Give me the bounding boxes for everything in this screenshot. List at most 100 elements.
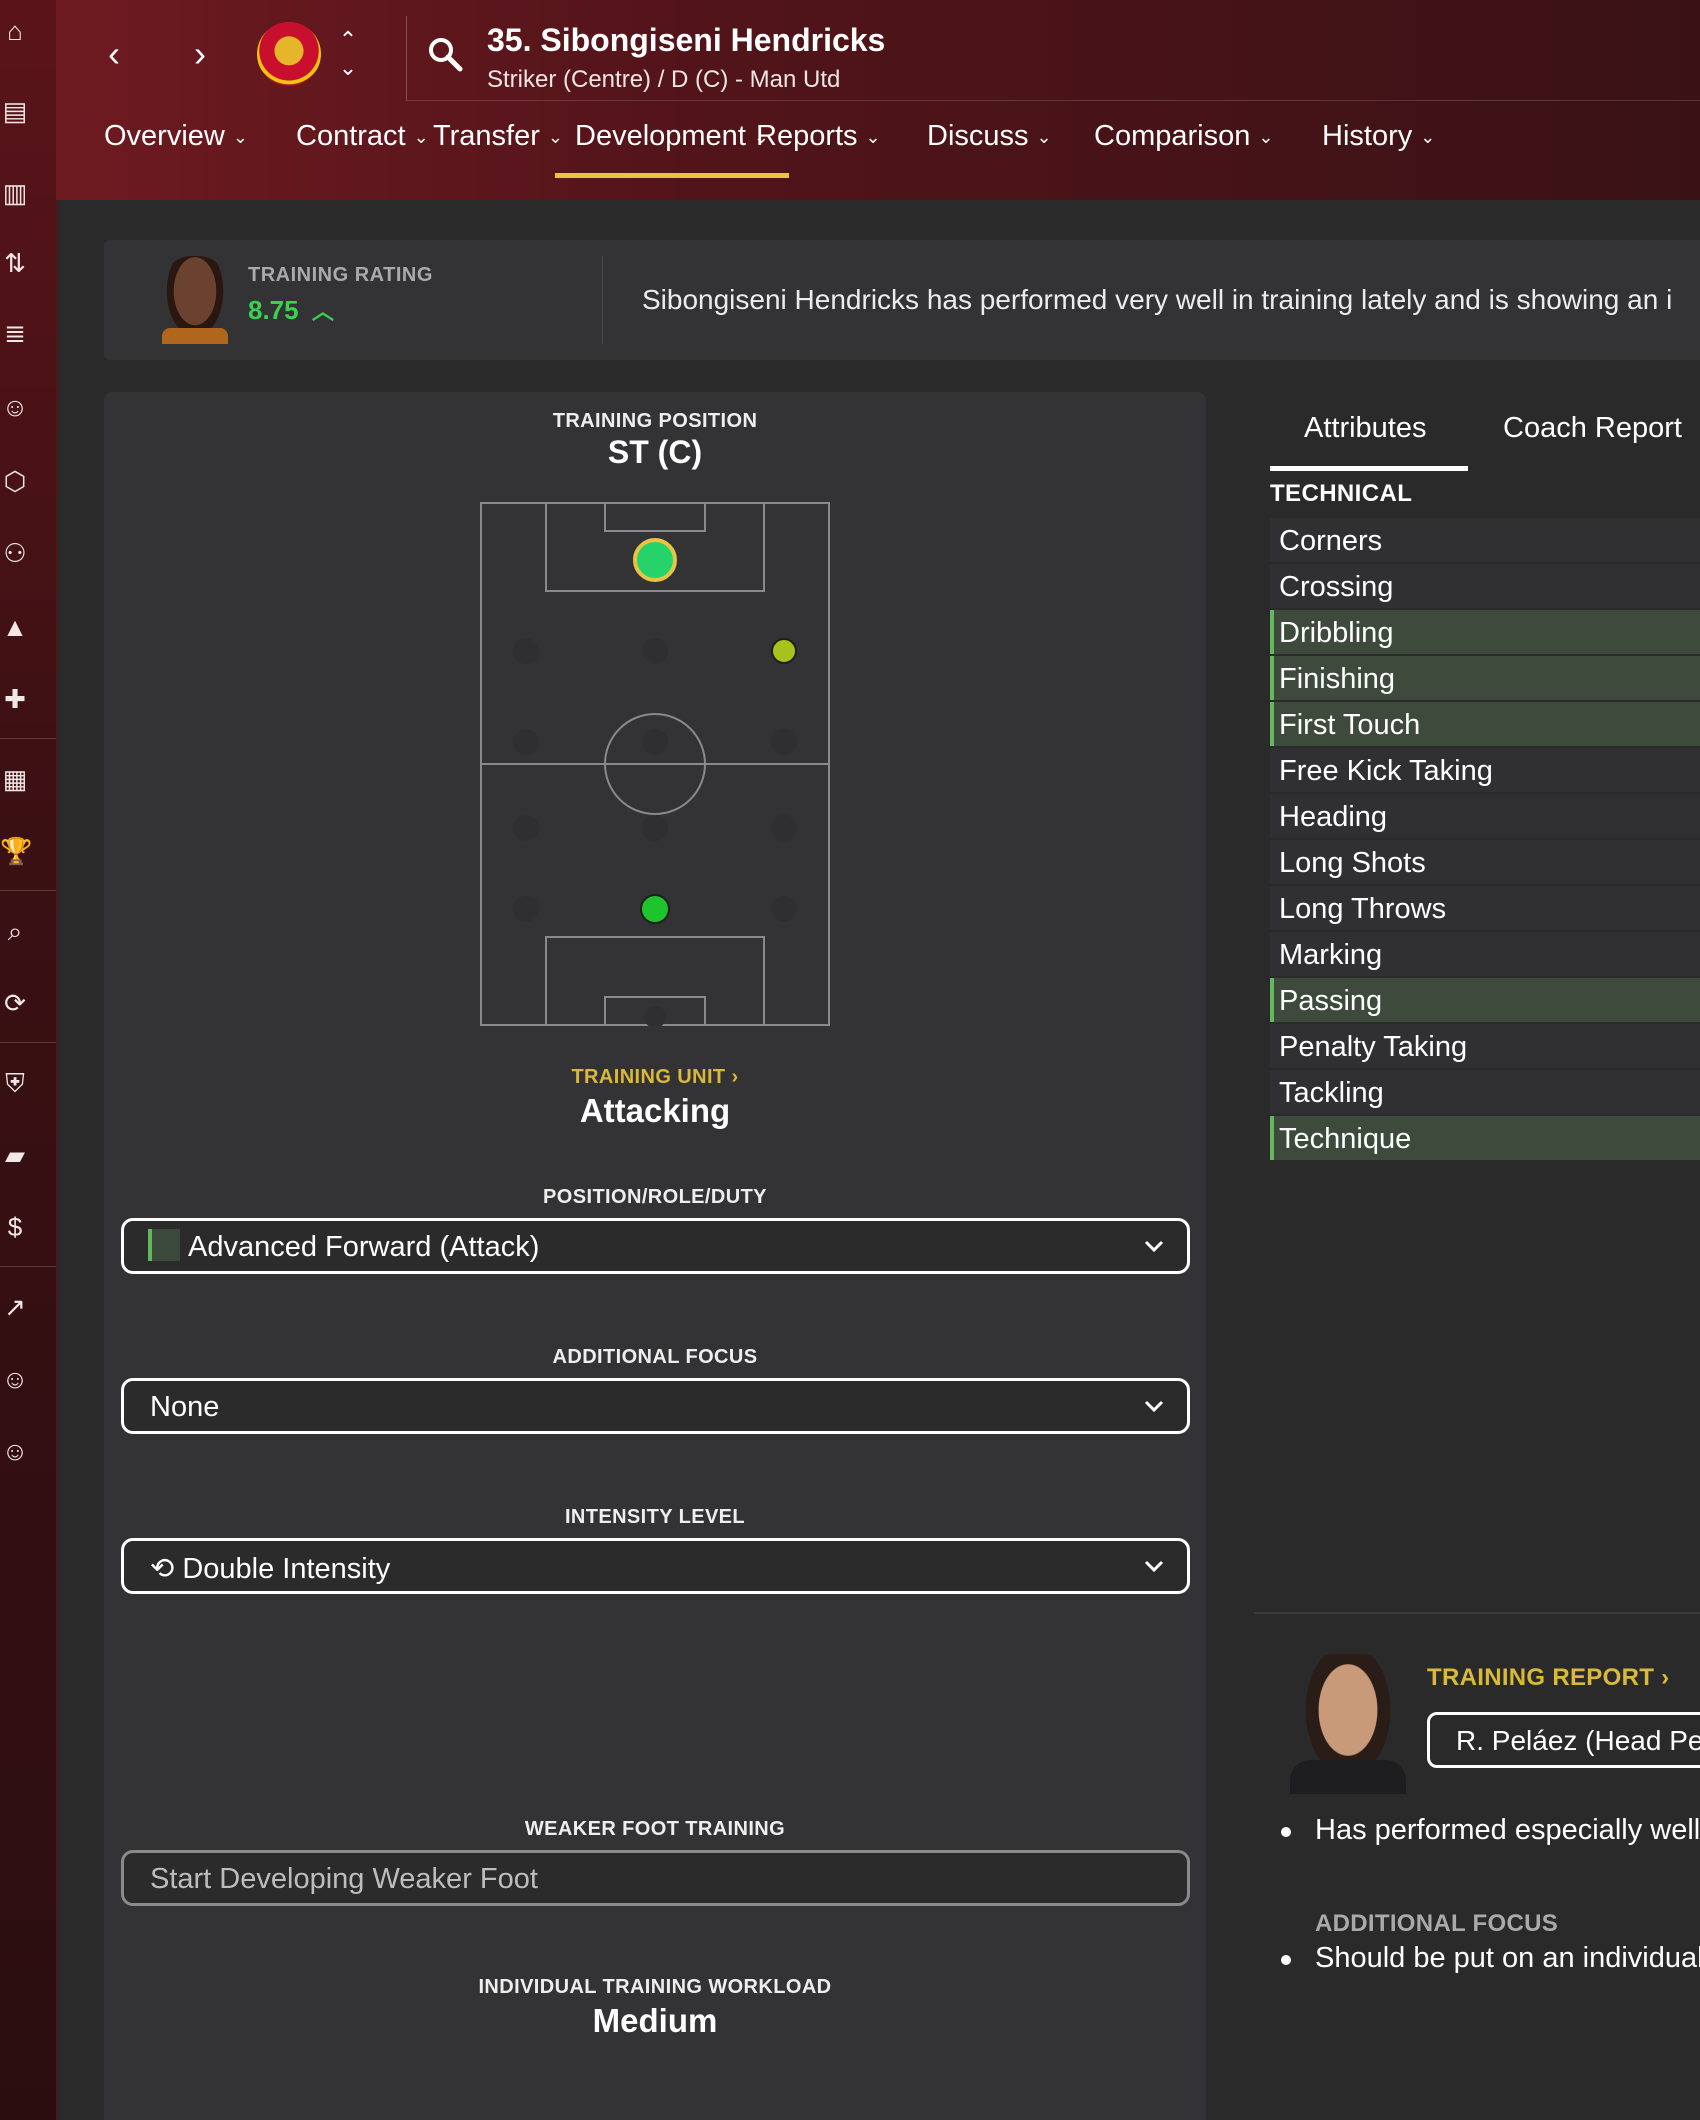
attribute-row-highlighted[interactable]: First Touch xyxy=(1270,702,1700,746)
u21-squad-icon[interactable]: ☺ xyxy=(0,1364,30,1394)
transfers-icon[interactable]: ⟳ xyxy=(0,988,30,1018)
back-arrow-icon[interactable]: ‹ xyxy=(94,34,134,74)
active-tab-underline xyxy=(1270,466,1468,471)
right-panel-tabs: Attributes Coach Report xyxy=(1270,398,1700,472)
tab-overview[interactable]: Overview ⌄ xyxy=(104,118,248,178)
attribute-label: Marking xyxy=(1279,939,1383,971)
training-icon[interactable]: ▲ xyxy=(0,612,30,642)
attribute-label: Finishing xyxy=(1279,663,1396,695)
attribute-row[interactable]: Marking xyxy=(1270,932,1700,976)
dev-centre-icon[interactable]: ↗ xyxy=(0,1292,30,1322)
tab-comparison[interactable]: Comparison ⌄ xyxy=(1094,118,1273,178)
intensity-level-dropdown[interactable]: ⟲ Double Intensity xyxy=(121,1538,1190,1594)
club-crest-icon[interactable] xyxy=(257,22,321,86)
weaker-foot-button[interactable]: Start Developing Weaker Foot xyxy=(121,1850,1190,1906)
training-rating-panel: TRAINING RATING 8.75 ︿ Sibongiseni Hendr… xyxy=(104,240,1700,360)
position-role-duty-label: POSITION/ROLE/DUTY xyxy=(543,1186,767,1208)
coach-focus-bullet: Should be put on an individual xyxy=(1315,1942,1700,1974)
left-sidebar: ⌂ ▤ ▥ ⇅ ≣ ☺ ⬡ ⚇ ▲ ✚ ▦ 🏆 ⌕ ⟳ ⛨ ▰ $ ↗ ☺ ☺ xyxy=(0,0,58,2120)
trend-up-icon: ︿ xyxy=(311,299,334,324)
sidebar-divider xyxy=(0,1266,56,1267)
tab-reports[interactable]: Reports ⌄ xyxy=(756,118,881,178)
player-name: 35. Sibongiseni Hendricks xyxy=(487,22,886,58)
attribute-row[interactable]: Long Throws xyxy=(1270,886,1700,930)
attribute-label: Long Shots xyxy=(1279,847,1426,879)
tab-contract[interactable]: Contract ⌄ xyxy=(296,118,429,178)
additional-focus-label: ADDITIONAL FOCUS xyxy=(552,1346,758,1368)
training-unit-value: Attacking xyxy=(579,1092,731,1129)
role-color-swatch xyxy=(148,1229,180,1261)
position-role-duty-dropdown[interactable]: Advanced Forward (Attack) xyxy=(121,1218,1190,1274)
cycle-player-icon[interactable]: ⌃ ⌄ xyxy=(336,26,360,82)
chevron-down-icon: ⌄ xyxy=(1420,127,1436,148)
coach-avatar-shirt xyxy=(1290,1760,1406,1794)
calendar-icon[interactable]: ▦ xyxy=(0,764,30,794)
inbox-icon[interactable]: ▤ xyxy=(0,96,30,126)
attribute-row-highlighted[interactable]: Passing xyxy=(1270,978,1700,1022)
tab-transfer[interactable]: Transfer ⌄ xyxy=(433,118,563,178)
technical-attribute-list: Corners Crossing Dribbling Finishing Fir… xyxy=(1270,518,1700,1162)
additional-focus-dropdown[interactable]: None xyxy=(121,1378,1190,1434)
reports-icon[interactable]: ≣ xyxy=(0,318,30,348)
attribute-row[interactable]: Crossing xyxy=(1270,564,1700,608)
attribute-row[interactable]: Heading xyxy=(1270,794,1700,838)
staff-icon[interactable]: ☺ xyxy=(0,392,30,422)
position-marker-striker xyxy=(633,538,677,582)
coach-select-button[interactable]: R. Peláez (Head Per xyxy=(1427,1712,1700,1768)
squad-shirt-icon[interactable]: ▥ xyxy=(0,178,30,208)
attribute-label: Heading xyxy=(1279,801,1388,833)
training-position-value: ST (C) xyxy=(607,434,703,470)
forward-arrow-icon[interactable]: › xyxy=(180,34,220,74)
trophy-icon[interactable]: 🏆 xyxy=(0,836,32,866)
player-header: ‹ › ⌃ ⌄ 35. Sibongiseni Hendricks Striker… xyxy=(56,0,1700,200)
tab-label: Overview xyxy=(104,120,225,152)
search-icon[interactable] xyxy=(427,36,463,72)
intensity-level-row: ⟲ Double Intensity xyxy=(150,1551,390,1586)
player-avatar-shirt xyxy=(162,328,228,344)
tab-discuss[interactable]: Discuss ⌄ xyxy=(927,118,1052,178)
position-marker-defender xyxy=(640,894,670,924)
training-settings-panel: TRAINING POSITION ST (C) TRAINING UNIT ›… xyxy=(104,392,1206,2120)
training-unit-link[interactable]: TRAINING UNIT › xyxy=(104,1066,1206,1089)
squad-planner-icon[interactable]: ⇅ xyxy=(0,248,30,278)
medical-icon[interactable]: ✚ xyxy=(0,684,30,714)
bullet-dot xyxy=(1281,1955,1291,1965)
attribute-row[interactable]: Free Kick Taking xyxy=(1270,748,1700,792)
workload-value: Medium xyxy=(592,2002,718,2039)
attribute-row[interactable]: Long Shots xyxy=(1270,840,1700,884)
sidebar-divider xyxy=(0,1042,56,1043)
pitch-diagram[interactable] xyxy=(480,502,830,1026)
tab-history[interactable]: History ⌄ xyxy=(1322,118,1435,178)
training-report-link[interactable]: TRAINING REPORT › xyxy=(1427,1664,1669,1692)
club-vision-icon[interactable]: ▰ xyxy=(0,1140,30,1170)
intensity-level-label: INTENSITY LEVEL xyxy=(564,1506,746,1528)
coach-report-bullet: Has performed especially well xyxy=(1315,1814,1700,1846)
attribute-row-highlighted[interactable]: Dribbling xyxy=(1270,610,1700,654)
attribute-row-highlighted[interactable]: Technique xyxy=(1270,1116,1700,1160)
tab-attributes[interactable]: Attributes xyxy=(1304,412,1427,445)
club-shield-icon[interactable]: ⛨ xyxy=(0,1068,30,1098)
sidebar-divider xyxy=(0,738,56,739)
attribute-label: Corners xyxy=(1279,525,1383,557)
scouting-search-icon[interactable]: ⌕ xyxy=(0,916,30,946)
dynamics-icon[interactable]: ⚇ xyxy=(0,538,30,568)
attribute-label: Tackling xyxy=(1279,1077,1384,1109)
attribute-row[interactable]: Tackling xyxy=(1270,1070,1700,1114)
tab-development[interactable]: Development ⌄ xyxy=(555,118,789,178)
tab-coach-report[interactable]: Coach Report xyxy=(1503,412,1682,445)
attribute-row-highlighted[interactable]: Finishing xyxy=(1270,656,1700,700)
chevron-down-icon: ⌄ xyxy=(1258,127,1274,148)
attribute-row[interactable]: Corners xyxy=(1270,518,1700,562)
u18-squad-icon[interactable]: ☺ xyxy=(0,1436,30,1466)
chevron-down-icon: ⌄ xyxy=(1036,127,1052,148)
attribute-row[interactable]: Penalty Taking xyxy=(1270,1024,1700,1068)
chevron-down-icon xyxy=(1144,1560,1164,1573)
finances-icon[interactable]: $ xyxy=(0,1212,30,1242)
bullet-dot xyxy=(1281,1827,1291,1837)
refresh-icon: ⟲ xyxy=(150,1553,175,1585)
training-report-label: TRAINING REPORT xyxy=(1427,1664,1655,1691)
tactics-icon[interactable]: ⬡ xyxy=(0,466,30,496)
chevron-down-icon xyxy=(1144,1400,1164,1413)
intensity-level-value: Double Intensity xyxy=(182,1553,391,1585)
home-icon[interactable]: ⌂ xyxy=(0,16,30,46)
